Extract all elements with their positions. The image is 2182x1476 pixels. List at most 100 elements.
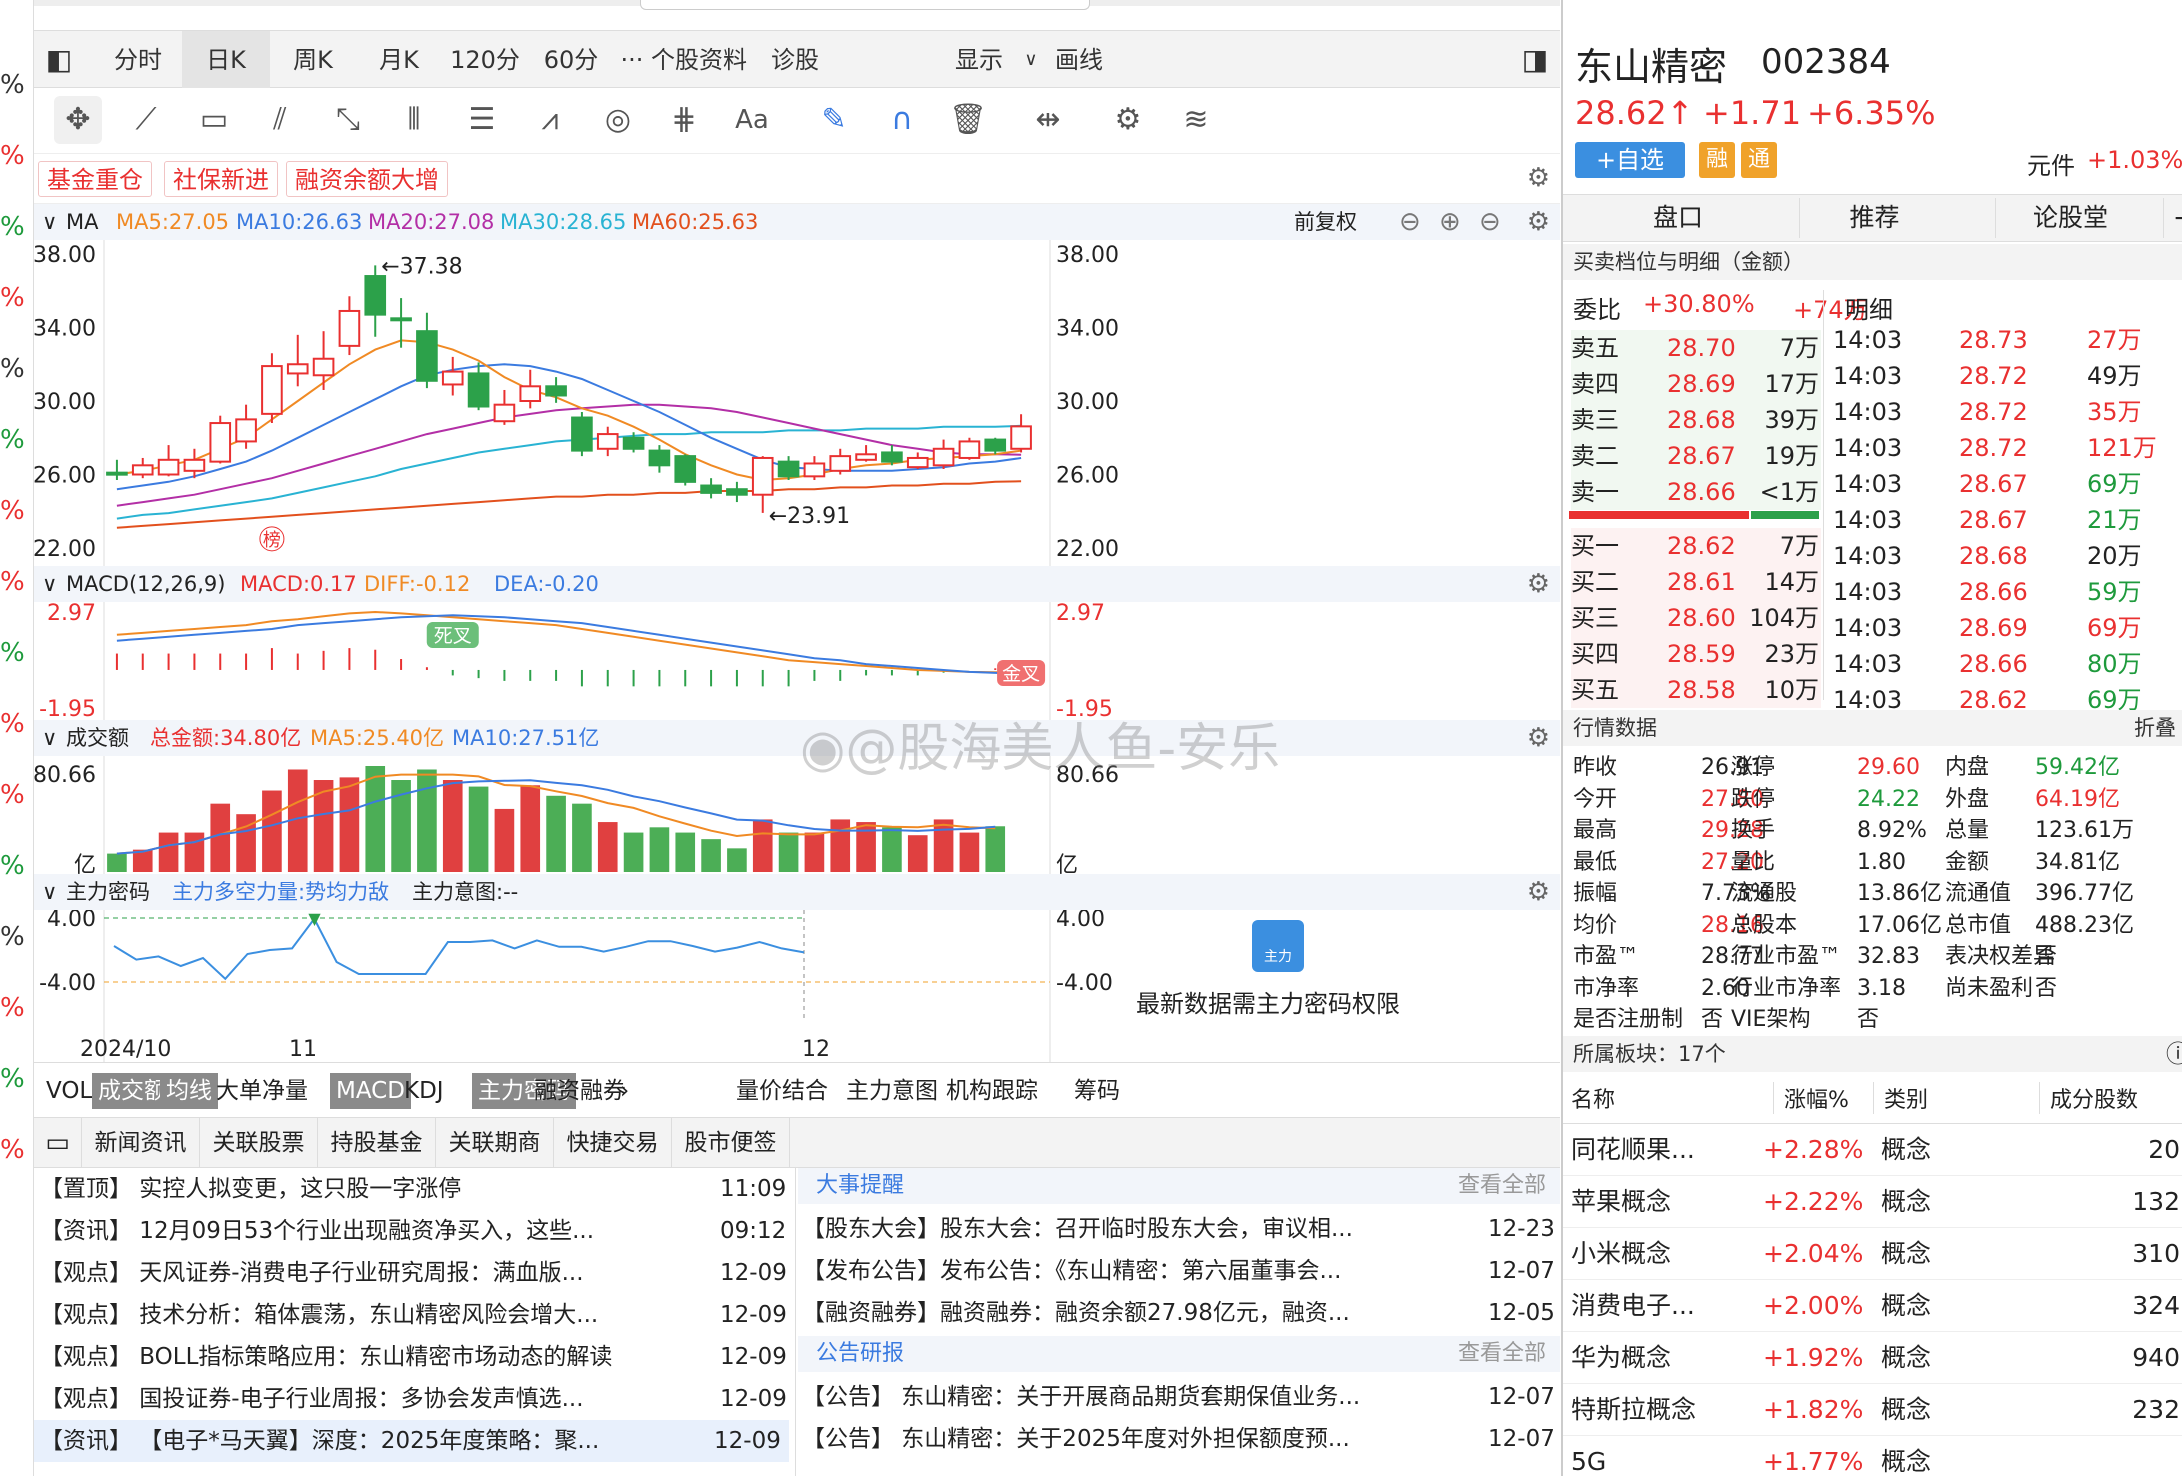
- pen-icon[interactable]: ✎: [810, 96, 858, 144]
- tab-6[interactable]: ···: [614, 31, 650, 89]
- panel-toggle-icon[interactable]: ◨: [1510, 31, 1560, 89]
- lock-icon[interactable]: 主力: [1252, 920, 1304, 972]
- tab-4[interactable]: 120分: [442, 31, 528, 89]
- tab-2[interactable]: 周K: [270, 31, 356, 89]
- trash-icon[interactable]: 🗑: [944, 96, 992, 144]
- indicator-tab-8[interactable]: ›: [614, 1073, 635, 1109]
- settings-icon[interactable]: ⚙: [1104, 96, 1152, 144]
- search-box[interactable]: [640, 0, 1090, 10]
- right-tab-0[interactable]: 盘口: [1603, 198, 1753, 238]
- sector-col-0[interactable]: 名称: [1571, 1082, 1615, 1114]
- price-chart[interactable]: 38.00 38.00 34.00 34.00 30.00 30.00 26.00 26.00…: [34, 240, 1560, 566]
- sector-name[interactable]: 元件: [2027, 146, 2075, 181]
- indicator-tab-3[interactable]: 大单净量: [210, 1073, 314, 1109]
- text-icon[interactable]: Aa: [728, 96, 776, 144]
- tab-0[interactable]: 分时: [94, 31, 182, 89]
- minus2-icon[interactable]: ⊖: [1479, 204, 1501, 240]
- tab-3[interactable]: 月K: [356, 31, 442, 89]
- news-tab-0[interactable]: 新闻资讯: [82, 1118, 200, 1168]
- display-dropdown[interactable]: 显示: [934, 31, 1024, 89]
- news-item[interactable]: 【观点】 国投证券-电子行业周报：多协会发声慎选... 12-09: [40, 1378, 787, 1420]
- gear-icon[interactable]: ⚙: [1527, 164, 1550, 192]
- magnet-icon[interactable]: ∩: [878, 96, 926, 144]
- news-tab-5[interactable]: 股市便签: [672, 1118, 790, 1168]
- plus-icon[interactable]: ⊕: [1439, 204, 1461, 240]
- fan-icon[interactable]: ⫽: [256, 96, 304, 144]
- news-item[interactable]: 【观点】 技术分析：箱体震荡，东山精密风险会增大... 12-09: [40, 1294, 787, 1336]
- minus-icon[interactable]: ⊖: [1399, 204, 1421, 240]
- info-icon[interactable]: ⓘ: [2166, 1036, 2182, 1072]
- indicator-tab-0[interactable]: VOL: [40, 1073, 98, 1109]
- indicator-tab-10[interactable]: 主力意图: [840, 1073, 944, 1109]
- fit-icon[interactable]: ⇹: [1024, 96, 1072, 144]
- channel-icon[interactable]: ⤡: [324, 96, 372, 144]
- right-tab-2[interactable]: 论股堂: [1995, 198, 2145, 238]
- sector-col-2[interactable]: 类别: [1873, 1082, 1928, 1114]
- rect-icon[interactable]: ▭: [190, 96, 238, 144]
- indicator-tabs: VOL 成交额 均线 大单净量 MACD KDJ 主力密码 融资融券 › 量价结合 主力意图 机构跟踪…: [34, 1062, 1560, 1118]
- add-watchlist-button[interactable]: +自选: [1575, 142, 1685, 178]
- report-item[interactable]: 【公告】 东山精密：关于开展商品期货套期保值业务... 12-07: [802, 1376, 1555, 1418]
- wave-icon[interactable]: ⩘: [526, 96, 574, 144]
- adjust-dropdown[interactable]: 前复权: [1294, 204, 1357, 240]
- event-item[interactable]: 【股东大会】股东大会：召开临时股东大会，审议相... 12-23: [802, 1208, 1555, 1250]
- macd-chart[interactable]: 2.97 2.97-1.95 -1.95死叉金叉: [34, 602, 1560, 720]
- tag-2[interactable]: 融资余额大增: [286, 161, 448, 197]
- fold-button[interactable]: 折叠: [2134, 710, 2176, 746]
- right-tab-3[interactable]: +: [2163, 198, 2182, 238]
- gann-icon[interactable]: ⋕: [660, 96, 708, 144]
- news-tab-2[interactable]: 持股基金: [318, 1118, 436, 1168]
- price-tick-left: 34.00: [34, 317, 96, 342]
- tag-1[interactable]: 社保新进: [164, 161, 278, 197]
- volume-chart[interactable]: 80.66 80.66亿亿: [34, 756, 1560, 874]
- sector-col-1[interactable]: 涨幅%: [1773, 1082, 1849, 1114]
- news-item[interactable]: 【置顶】 实控人拟变更，这只股一字涨停 11:09: [40, 1168, 786, 1210]
- indicator-tab-5[interactable]: KDJ: [398, 1073, 450, 1109]
- reports-view-all[interactable]: 查看全部: [1458, 1336, 1546, 1372]
- news-tab-3[interactable]: 关联期商: [436, 1118, 554, 1168]
- layers-icon[interactable]: ≋: [1172, 96, 1220, 144]
- tab-1[interactable]: 日K: [182, 31, 270, 89]
- draw-button[interactable]: 画线: [1044, 31, 1114, 89]
- sector-row[interactable]: 同花顺果... +2.28% 概念 20: [1563, 1124, 2182, 1176]
- news-tab-4[interactable]: 快捷交易: [554, 1118, 672, 1168]
- sector-row[interactable]: 特斯拉概念 +1.82% 概念 232: [1563, 1384, 2182, 1436]
- events-view-all[interactable]: 查看全部: [1458, 1168, 1546, 1204]
- indicator-tab-11[interactable]: 机构跟踪: [940, 1073, 1044, 1109]
- news-item[interactable]: 【资讯】 【电子*马天翼】深度：2025年度策略：聚... 12-09: [34, 1420, 789, 1462]
- indicator-tab-9[interactable]: 量价结合: [730, 1073, 834, 1109]
- sector-row[interactable]: 消费电子... +2.00% 概念 324: [1563, 1280, 2182, 1332]
- right-tab-1[interactable]: 推荐: [1799, 198, 1949, 238]
- event-item[interactable]: 【融资融券】融资融券：融资余额27.98亿元，融资... 12-05: [802, 1292, 1555, 1334]
- news-item[interactable]: 【观点】 BOLL指标策略应用：东山精密市场动态的解读 12-09: [40, 1336, 787, 1378]
- bid-row: 买四 28.59 23万: [1571, 636, 1821, 672]
- fib-icon[interactable]: ☰: [458, 96, 506, 144]
- indicator-tab-12[interactable]: 筹码: [1068, 1073, 1126, 1109]
- sidebar-toggle-icon[interactable]: ◧: [34, 31, 84, 89]
- tab-7[interactable]: 个股资料: [650, 31, 748, 89]
- news-item[interactable]: 【观点】 天风证券-消费电子行业研究周报：满血版... 12-09: [40, 1252, 787, 1294]
- line-icon[interactable]: ⟋: [122, 96, 170, 144]
- sector-row[interactable]: 5G +1.77% 概念: [1563, 1436, 2182, 1476]
- sector-row[interactable]: 小米概念 +2.04% 概念 310: [1563, 1228, 2182, 1280]
- gear-icon[interactable]: ⚙: [1527, 570, 1550, 598]
- report-item[interactable]: 【公告】 东山精密：关于2025年度对外担保额度预... 12-07: [802, 1418, 1555, 1460]
- gear-icon[interactable]: ⚙: [1527, 208, 1550, 236]
- tab-5[interactable]: 60分: [528, 31, 614, 89]
- gear-icon[interactable]: ⚙: [1527, 724, 1550, 752]
- tab-8[interactable]: 诊股: [748, 31, 842, 89]
- sector-row[interactable]: 苹果概念 +2.22% 概念 132: [1563, 1176, 2182, 1228]
- news-collapse-icon[interactable]: ▭: [34, 1118, 82, 1168]
- event-item[interactable]: 【发布公告】发布公告：《东山精密：第六届董事会... 12-07: [802, 1250, 1555, 1292]
- news-item[interactable]: 【资讯】 12月09日53个行业出现融资净买入，这些... 09:12: [40, 1210, 786, 1252]
- tick-volume: 59万: [2087, 578, 2142, 606]
- gear-icon[interactable]: ⚙: [1527, 878, 1550, 906]
- sector-row[interactable]: 华为概念 +1.92% 概念 940: [1563, 1332, 2182, 1384]
- period-lines-icon[interactable]: ⦀: [390, 96, 438, 144]
- cycle-icon[interactable]: ◎: [594, 96, 642, 144]
- sector-col-3[interactable]: 成分股数: [2039, 1082, 2138, 1114]
- tag-0[interactable]: 基金重仓: [38, 161, 152, 197]
- chevron-down-icon[interactable]: ∨: [1016, 31, 1046, 89]
- news-tab-1[interactable]: 关联股票: [200, 1118, 318, 1168]
- move-icon[interactable]: ✥: [54, 96, 102, 144]
